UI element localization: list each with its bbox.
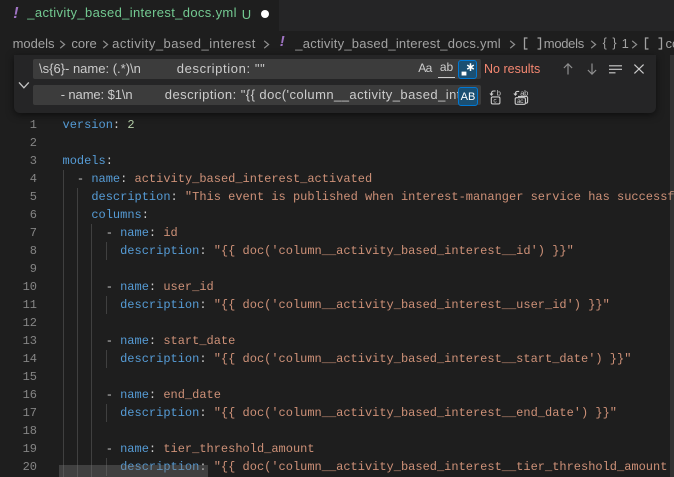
- svg-text:ab: ab: [520, 89, 528, 98]
- svg-text:b: b: [496, 89, 500, 97]
